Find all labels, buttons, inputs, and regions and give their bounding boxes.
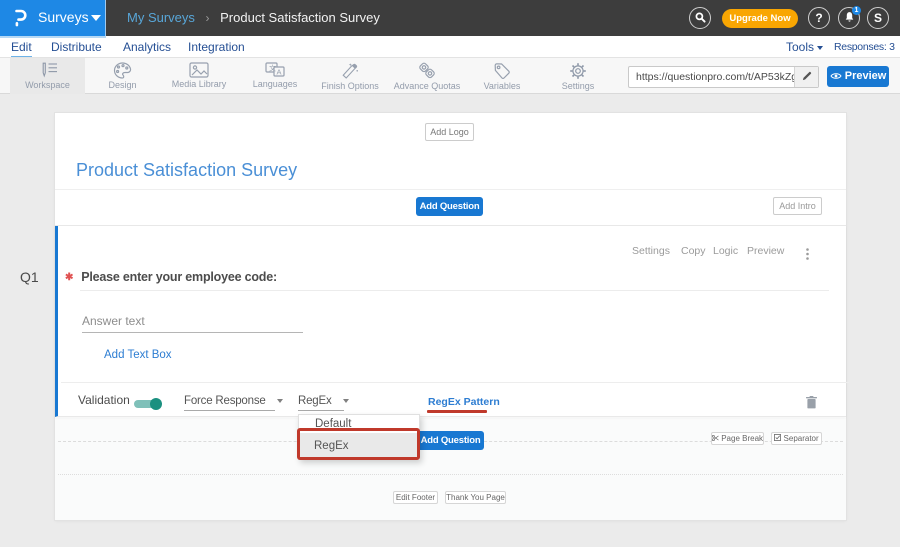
svg-text:文: 文: [269, 64, 276, 73]
svg-text:A: A: [277, 68, 282, 77]
